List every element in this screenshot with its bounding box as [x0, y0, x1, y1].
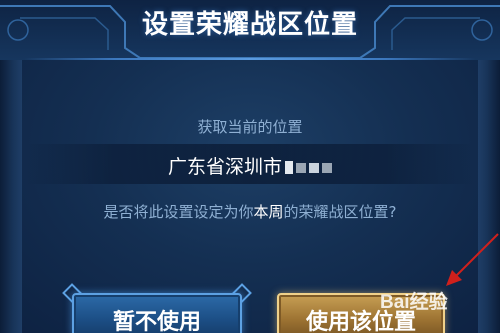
red-arrow-annotation: [446, 233, 499, 286]
location-text: 广东省深圳市: [167, 156, 282, 178]
question-part-2: 的荣耀战区位置?: [283, 203, 397, 221]
redacted-mosaic: [296, 162, 306, 173]
dialog-screen: 设置荣耀战区位置 获取当前的位置 广东省深圳市 是否将此设置设定为你本周的荣耀战…: [0, 0, 500, 333]
baidu-jingyan-watermark: Bai经验: [380, 285, 490, 313]
watermark-text: Bai经验: [380, 292, 448, 313]
question-part-1: 是否将此设置设定为你: [103, 203, 254, 221]
dialog-title: 设置荣耀战区位置: [141, 10, 358, 40]
not-use-button[interactable]: 暂不使用: [72, 293, 242, 333]
location-row: 广东省深圳市: [0, 152, 500, 179]
header-divider: [24, 58, 476, 60]
question-highlight: 本周: [253, 203, 284, 221]
redacted-mosaic: [309, 162, 319, 173]
location-prompt: 获取当前的位置: [197, 118, 303, 136]
redacted-mosaic: [285, 161, 293, 174]
confirm-question: 是否将此设置设定为你本周的荣耀战区位置?: [0, 201, 500, 222]
redacted-mosaic: [322, 162, 332, 173]
